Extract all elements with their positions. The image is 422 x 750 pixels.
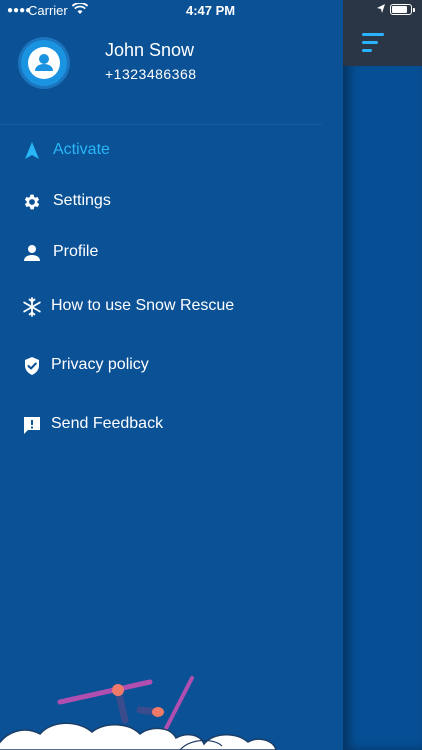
wifi-icon <box>72 3 88 14</box>
menu-item-profile[interactable]: Profile <box>0 235 320 271</box>
feedback-icon <box>24 417 40 434</box>
menu-item-label: Settings <box>53 192 111 209</box>
location-arrow-icon <box>377 4 385 13</box>
hamburger-line-bottom <box>362 49 372 52</box>
battery-level <box>392 6 407 13</box>
menu-item-label: Profile <box>53 243 99 260</box>
menu-item-label: Send Feedback <box>51 415 164 432</box>
menu-item-label: Privacy policy <box>51 356 149 373</box>
menu-item-label: Activate <box>53 141 110 158</box>
carrier-label: Carrier <box>28 3 68 18</box>
status-bar: ●●●● Carrier 4:47 PM <box>0 0 422 22</box>
menu-item-how-to-use[interactable]: How to use Snow Rescue <box>0 289 320 325</box>
header-divider <box>0 124 322 125</box>
navigation-drawer: John Snow +1323486368 Activate Settings … <box>0 0 343 750</box>
person-icon <box>35 54 53 71</box>
profile-name: John Snow <box>105 40 195 60</box>
menu-item-activate[interactable]: Activate <box>0 133 320 169</box>
hamburger-line-middle <box>362 41 378 44</box>
snow-skier-illustration <box>0 676 277 750</box>
person-icon <box>24 245 40 261</box>
avatar-circle <box>28 47 60 79</box>
main-content-peek[interactable] <box>343 0 422 750</box>
app-screen: John Snow +1323486368 Activate Settings … <box>0 0 422 750</box>
status-time: 4:47 PM <box>186 3 236 18</box>
menu-item-privacy-policy[interactable]: Privacy policy <box>0 348 320 384</box>
menu-item-settings[interactable]: Settings <box>0 184 320 220</box>
battery-icon <box>390 4 415 15</box>
avatar[interactable] <box>21 40 67 86</box>
menu-item-label: How to use Snow Rescue <box>51 297 235 314</box>
hamburger-line-top <box>362 33 384 36</box>
hamburger-menu-button[interactable] <box>362 31 386 53</box>
gear-icon <box>24 194 40 210</box>
navigation-arrow-icon <box>25 142 39 159</box>
profile-phone: +1323486368 <box>105 66 197 82</box>
shield-check-icon <box>25 357 39 375</box>
menu-item-send-feedback[interactable]: Send Feedback <box>0 407 320 443</box>
snowflake-icon <box>23 297 41 317</box>
